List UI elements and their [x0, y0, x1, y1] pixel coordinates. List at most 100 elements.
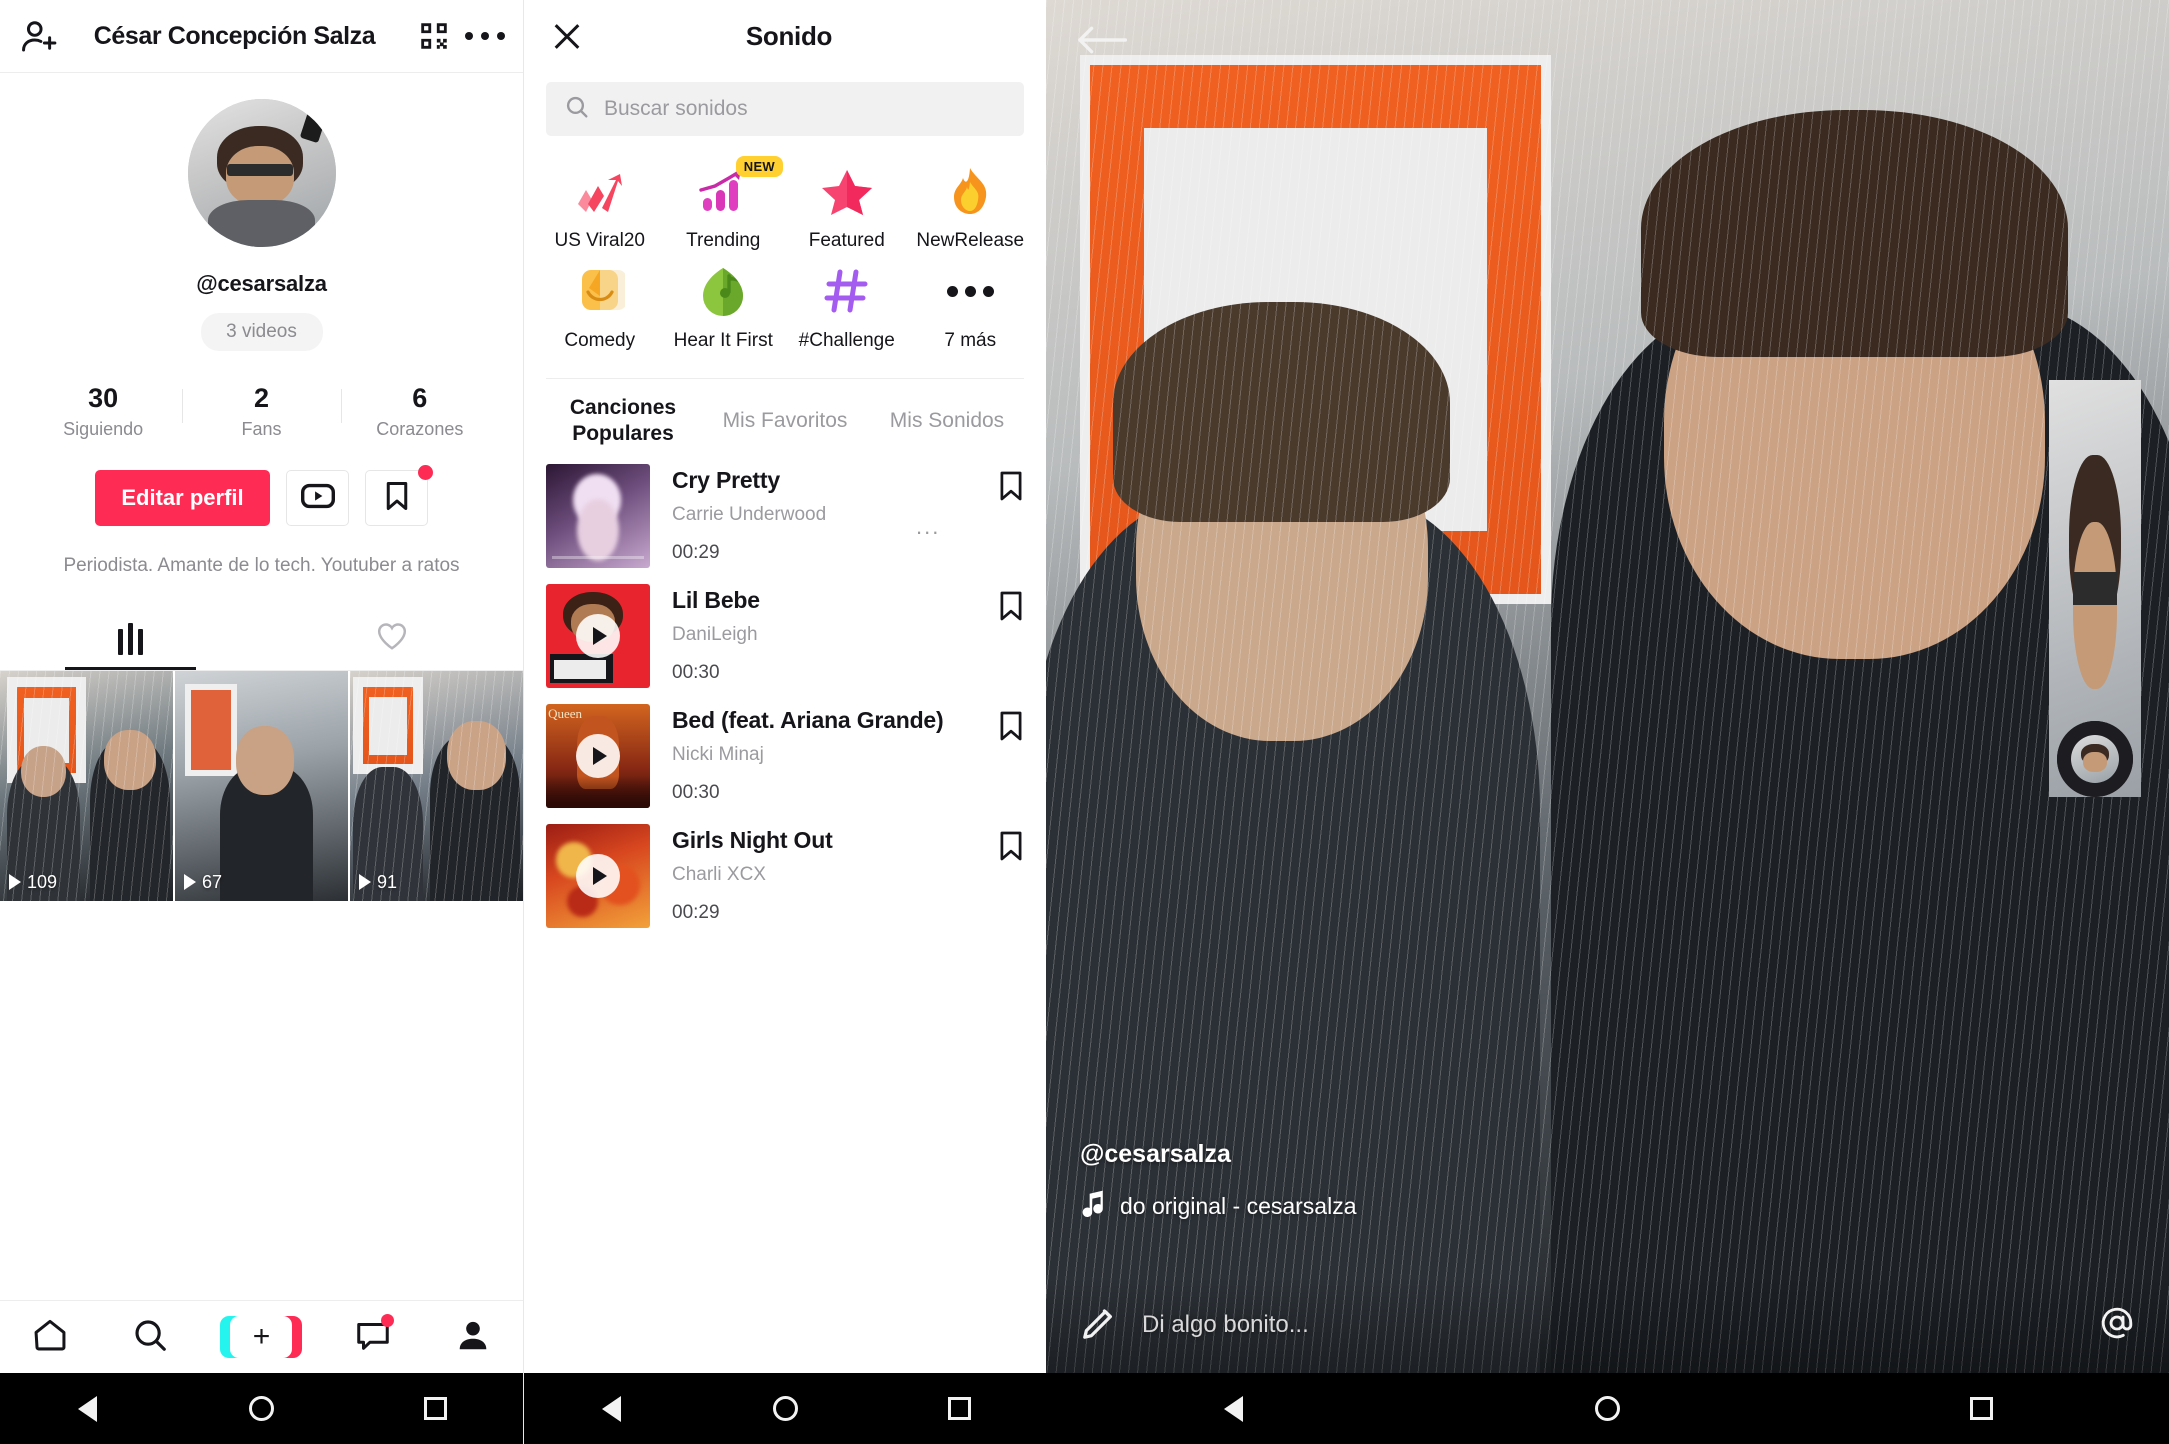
- nav-back-button[interactable]: [70, 1392, 104, 1426]
- edit-profile-button[interactable]: Editar perfil: [95, 470, 270, 526]
- category-label: Featured: [808, 230, 885, 251]
- plus-glyph: +: [252, 1320, 271, 1353]
- category-comedy[interactable]: Comedy: [538, 262, 662, 352]
- song-info: Bed (feat. Ariana Grande) Nicki Minaj 00…: [650, 704, 964, 804]
- tabbar-me[interactable]: [442, 1312, 504, 1362]
- videos-count-chip[interactable]: 3 videos: [200, 313, 323, 351]
- list-item[interactable]: Cry Pretty Carrie Underwood ... 00:29: [524, 448, 1046, 568]
- tab-liked[interactable]: [262, 608, 524, 670]
- plus-icon[interactable]: +: [220, 1316, 303, 1358]
- video-stage[interactable]: 5 0: [1046, 0, 2169, 1373]
- back-arrow-icon[interactable]: [1076, 20, 1128, 60]
- song-actions: [964, 824, 1024, 867]
- tabbar-inbox[interactable]: [342, 1312, 404, 1362]
- tabbar-home[interactable]: [19, 1312, 81, 1362]
- avatar[interactable]: [187, 99, 336, 247]
- search-input[interactable]: Buscar sonidos: [546, 82, 1024, 136]
- bookmark-icon[interactable]: [998, 590, 1024, 627]
- category-us-viral20[interactable]: US Viral20: [538, 162, 662, 252]
- nav-home-button[interactable]: [244, 1392, 278, 1426]
- nav-recents-button[interactable]: [419, 1392, 453, 1426]
- close-icon[interactable]: [548, 17, 586, 55]
- stat-label: Siguiendo: [63, 419, 144, 439]
- search-icon: [564, 94, 590, 125]
- nav-back-button[interactable]: [1216, 1392, 1250, 1426]
- song-info: Cry Pretty Carrie Underwood ... 00:29: [650, 464, 964, 564]
- at-mention-icon[interactable]: [2099, 1305, 2135, 1346]
- three-phone-screenshot: César Concepción Salza @cesarsalza 3 vid…: [0, 0, 2169, 1444]
- video-sound-row[interactable]: do original - cesarsalza: [1080, 1189, 1357, 1223]
- list-item[interactable]: Lil Bebe DaniLeigh 00:30: [524, 568, 1046, 688]
- music-disc-icon[interactable]: ♪: [2057, 721, 2133, 797]
- nav-home-button[interactable]: [1590, 1392, 1624, 1426]
- album-art: [546, 463, 650, 568]
- more-options-icon[interactable]: [465, 16, 505, 56]
- nav-recents-button[interactable]: [942, 1392, 976, 1426]
- stat-value: 6: [412, 383, 428, 413]
- bookmark-icon[interactable]: [998, 710, 1024, 747]
- stat-following[interactable]: 30 Siguiendo: [24, 383, 182, 440]
- song-duration: 00:29: [672, 541, 720, 563]
- category-featured[interactable]: Featured: [785, 162, 909, 252]
- nav-home-button[interactable]: [768, 1392, 802, 1426]
- play-button[interactable]: [576, 733, 620, 778]
- play-icon: [184, 874, 196, 891]
- category-challenge[interactable]: #Challenge: [785, 262, 909, 352]
- play-button[interactable]: [576, 613, 620, 658]
- album-art: Queen: [546, 703, 650, 808]
- nav-back-button[interactable]: [594, 1392, 628, 1426]
- bookmark-icon[interactable]: [998, 830, 1024, 867]
- category-trending[interactable]: NEW Trending: [662, 156, 786, 252]
- sound-header: Sonido: [524, 0, 1046, 72]
- profile-handle: @cesarsalza: [196, 271, 327, 296]
- video-thumb[interactable]: 109: [0, 670, 173, 901]
- tabbar-create[interactable]: +: [219, 1312, 303, 1362]
- category-more[interactable]: 7 más: [909, 262, 1033, 352]
- song-title: Girls Night Out: [672, 826, 833, 853]
- search-icon: [131, 1316, 169, 1359]
- category-hear-it-first[interactable]: Hear It First: [662, 262, 786, 352]
- video-username[interactable]: @cesarsalza: [1080, 1140, 1357, 1169]
- video-thumb[interactable]: 91: [350, 670, 523, 901]
- stat-label: Fans: [241, 419, 282, 439]
- tab-my-sounds[interactable]: Mis Sonidos: [866, 408, 1028, 434]
- video-meta: @cesarsalza do original - cesarsalza: [1080, 1140, 1357, 1223]
- music-note-icon: [1080, 1189, 1106, 1223]
- comment-bar[interactable]: Di algo bonito...: [1046, 1277, 2169, 1373]
- pencil-icon[interactable]: [1080, 1304, 1118, 1347]
- nav-recents-button[interactable]: [1965, 1392, 1999, 1426]
- play-count: 109: [27, 871, 58, 892]
- stat-value: 2: [253, 383, 269, 413]
- category-label: NewRelease: [916, 230, 1025, 251]
- more-dots-glyph: [946, 285, 994, 297]
- play-button[interactable]: [576, 853, 620, 898]
- profile-bio: Periodista. Amante de lo tech. Youtuber …: [63, 555, 460, 576]
- category-newrelease[interactable]: NewRelease: [909, 162, 1033, 252]
- fire-icon: [946, 162, 994, 220]
- tab-popular-songs[interactable]: Canciones Populares: [542, 395, 704, 448]
- stat-hearts[interactable]: 6 Corazones: [340, 383, 499, 440]
- video-thumb[interactable]: 67: [175, 670, 348, 901]
- search-placeholder: Buscar sonidos: [604, 97, 748, 120]
- list-item[interactable]: Girls Night Out Charli XCX 00:29: [524, 808, 1046, 928]
- video-plays: 91: [359, 872, 397, 893]
- play-count: 67: [202, 871, 223, 892]
- tabbar-discover[interactable]: [119, 1312, 181, 1362]
- category-label: Hear It First: [673, 330, 773, 351]
- tab-videos[interactable]: [0, 608, 262, 670]
- tab-favorites[interactable]: Mis Favoritos: [704, 408, 866, 434]
- bookmark-icon[interactable]: [998, 470, 1024, 507]
- qr-code-icon[interactable]: [415, 17, 453, 55]
- android-nav-bar: [524, 1373, 1046, 1444]
- play-icon: [9, 874, 21, 891]
- song-list: Cry Pretty Carrie Underwood ... 00:29 Li…: [524, 448, 1046, 928]
- saved-bookmark-button[interactable]: [365, 465, 433, 526]
- list-item[interactable]: Queen Bed (feat. Ariana Grande) Nicki Mi…: [524, 688, 1046, 808]
- song-ellipsis[interactable]: ...: [916, 514, 940, 540]
- music-leaf-icon: [698, 262, 748, 320]
- stat-label: Corazones: [376, 419, 464, 439]
- youtube-link-button[interactable]: [286, 470, 349, 526]
- plus-inner: +: [230, 1316, 293, 1358]
- author-avatar[interactable]: [2049, 380, 2141, 797]
- stat-fans[interactable]: 2 Fans: [182, 383, 340, 440]
